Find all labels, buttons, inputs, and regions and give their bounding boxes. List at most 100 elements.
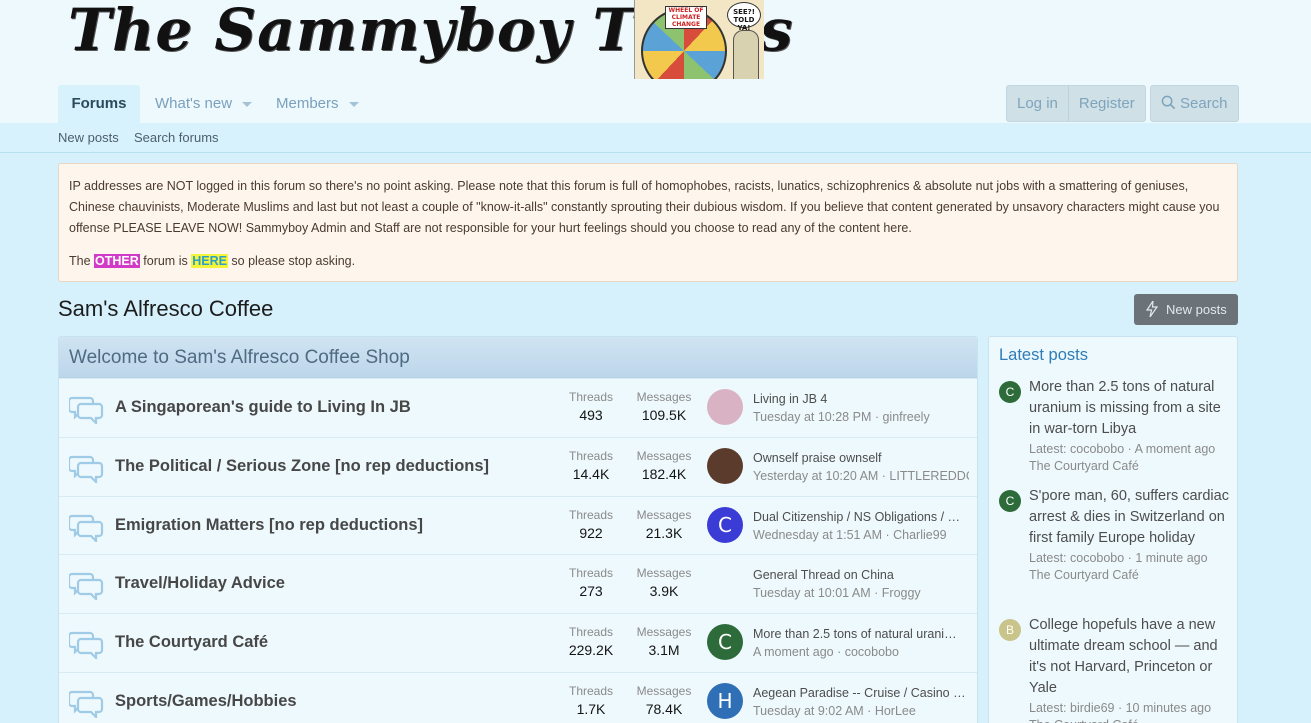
- latest-post-item: C S'pore man, 60, suffers cardiac arrest …: [999, 486, 1235, 582]
- threads-label: Threads: [568, 566, 614, 581]
- avatar[interactable]: [707, 565, 743, 602]
- avatar[interactable]: C: [999, 490, 1021, 512]
- avatar[interactable]: H: [707, 683, 743, 719]
- speech-bubble: SEE?! TOLD YA!: [727, 2, 761, 32]
- latest-post-meta: Latest: birdie69 · 10 minutes ago: [1029, 701, 1212, 715]
- messages-stat: Messages 109.5K: [632, 390, 696, 423]
- forum-bubbles-icon: [67, 688, 105, 720]
- forum-title[interactable]: A Singaporean's guide to Living In JB: [115, 398, 411, 417]
- register-button[interactable]: Register: [1067, 86, 1145, 121]
- messages-stat: Messages 3.9K: [632, 566, 696, 599]
- forum-title[interactable]: Emigration Matters [no rep deductions]: [115, 516, 423, 535]
- tab-forums[interactable]: Forums: [58, 85, 140, 123]
- threads-count: 1.7K: [576, 701, 606, 717]
- search-label: Search: [1180, 95, 1228, 112]
- last-post-meta: Yesterday at 10:20 AM · LITTLEREDDOT: [753, 468, 969, 483]
- latest-post-forum[interactable]: The Courtyard Café: [1029, 459, 1235, 473]
- login-button[interactable]: Log in: [1007, 86, 1068, 121]
- latest-post-title[interactable]: College hopefuls have a new ultimate dre…: [1029, 615, 1235, 699]
- wheel-label: WHEEL OF CLIMATE CHANGE: [665, 6, 707, 29]
- notice-line2-c: so please stop asking.: [231, 254, 356, 268]
- messages-stat: Messages 78.4K: [632, 684, 696, 717]
- last-post-meta: Tuesday at 10:28 PM · ginfreely: [753, 410, 930, 424]
- tab-members-label: Members: [276, 95, 339, 112]
- threads-stat: Threads 1.7K: [564, 684, 618, 717]
- last-post-title[interactable]: Ownself praise ownself: [753, 451, 969, 465]
- block-title[interactable]: Welcome to Sam's Alfresco Coffee Shop: [59, 337, 977, 378]
- new-posts-link[interactable]: New posts: [58, 130, 119, 145]
- site-header: The Sammyboy Times WHEEL OF CLIMATE CHAN…: [0, 0, 1311, 85]
- latest-post-title[interactable]: S'pore man, 60, suffers cardiac arrest &…: [1029, 486, 1235, 549]
- last-post-title[interactable]: More than 2.5 tons of natural urani…: [753, 627, 969, 641]
- forum-title[interactable]: Travel/Holiday Advice: [115, 574, 285, 593]
- bolt-icon: [1146, 301, 1158, 317]
- tab-whats-new[interactable]: What's new: [155, 85, 253, 123]
- threads-count: 493: [579, 407, 603, 423]
- messages-label: Messages: [636, 507, 692, 522]
- chevron-down-icon[interactable]: [348, 101, 359, 107]
- main-nav: Forums What's new Members Log in Registe…: [0, 85, 1311, 123]
- last-post-meta: Wednesday at 1:51 AM · Charlie99: [753, 527, 947, 542]
- latest-post-title[interactable]: More than 2.5 tons of natural uranium is…: [1029, 377, 1235, 440]
- last-post: More than 2.5 tons of natural urani… A mo…: [753, 627, 969, 659]
- new-posts-button[interactable]: New posts: [1134, 294, 1238, 325]
- forum-title[interactable]: The Courtyard Café: [115, 633, 268, 652]
- messages-count: 109.5K: [641, 407, 687, 423]
- threads-stat: Threads 493: [564, 390, 618, 423]
- last-post-title[interactable]: Living in JB 4: [753, 392, 969, 406]
- messages-stat: Messages 182.4K: [632, 449, 696, 482]
- threads-count: 14.4K: [572, 465, 610, 482]
- chevron-down-icon[interactable]: [242, 101, 253, 107]
- search-button-inner[interactable]: Search: [1151, 86, 1238, 121]
- forum-row[interactable]: Emigration Matters [no rep deductions] Th…: [59, 495, 977, 554]
- other-forum-link[interactable]: OTHER: [94, 254, 140, 268]
- cartoon-figure: [733, 30, 759, 79]
- threads-stat: Threads 273: [564, 566, 618, 599]
- latest-post-forum[interactable]: The Courtyard Café: [1029, 718, 1235, 723]
- threads-count: 922: [579, 524, 603, 541]
- threads-label: Threads: [568, 390, 614, 404]
- sub-nav: New posts Search forums: [0, 123, 1311, 153]
- tab-members[interactable]: Members: [276, 85, 359, 123]
- forum-row[interactable]: The Political / Serious Zone [no rep ded…: [59, 436, 977, 495]
- search-button[interactable]: Search: [1150, 85, 1239, 122]
- forum-title[interactable]: The Political / Serious Zone [no rep ded…: [115, 457, 489, 476]
- avatar[interactable]: [707, 389, 743, 425]
- threads-stat: Threads 14.4K: [564, 449, 618, 482]
- last-post-title[interactable]: General Thread on China: [753, 568, 969, 582]
- search-forums-link[interactable]: Search forums: [134, 130, 219, 145]
- page-title: Sam's Alfresco Coffee: [58, 296, 274, 321]
- messages-count: 78.4K: [645, 701, 683, 717]
- threads-label: Threads: [568, 448, 614, 463]
- here-link[interactable]: HERE: [191, 254, 228, 268]
- tab-whats-new-label: What's new: [155, 95, 233, 112]
- threads-label: Threads: [568, 507, 614, 522]
- forum-bubbles-icon: [67, 629, 105, 661]
- last-post-title[interactable]: Dual Citizenship / NS Obligations / …: [753, 510, 969, 524]
- avatar[interactable]: C: [999, 381, 1021, 403]
- forum-row[interactable]: Travel/Holiday Advice Threads 273 Messages 3…: [59, 554, 977, 612]
- forum-bubbles-icon: [67, 453, 105, 485]
- last-post-title[interactable]: Aegean Paradise -- Cruise / Casino …: [753, 686, 969, 700]
- messages-label: Messages: [636, 566, 692, 581]
- last-post-meta: Tuesday at 9:02 AM · HorLee: [753, 704, 916, 718]
- notice-text: IP addresses are NOT logged in this foru…: [69, 179, 1220, 235]
- last-post: General Thread on China Tuesday at 10:01 …: [753, 568, 969, 600]
- messages-label: Messages: [636, 684, 692, 698]
- forum-bubbles-icon: [67, 512, 105, 544]
- avatar[interactable]: C: [707, 624, 743, 661]
- last-post: Living in JB 4 Tuesday at 10:28 PM · ginf…: [753, 392, 969, 424]
- latest-post-forum[interactable]: The Courtyard Café: [1029, 568, 1235, 582]
- forum-title[interactable]: Sports/Games/Hobbies: [115, 692, 297, 711]
- notice-line2: The OTHER forum is HERE so please stop a…: [69, 251, 1227, 272]
- forum-row[interactable]: The Courtyard Café Threads 229.2K Messages 3…: [59, 613, 977, 671]
- threads-label: Threads: [568, 625, 614, 640]
- avatar[interactable]: B: [999, 619, 1021, 641]
- forum-row[interactable]: Sports/Games/Hobbies Threads 1.7K Messages 7…: [59, 672, 977, 723]
- search-icon: [1161, 95, 1176, 110]
- messages-count: 3.9K: [649, 583, 679, 600]
- latest-posts-title[interactable]: Latest posts: [989, 337, 1237, 374]
- forum-row[interactable]: A Singaporean's guide to Living In JB Thr…: [59, 378, 977, 436]
- avatar[interactable]: [707, 447, 743, 484]
- avatar[interactable]: C: [707, 506, 743, 543]
